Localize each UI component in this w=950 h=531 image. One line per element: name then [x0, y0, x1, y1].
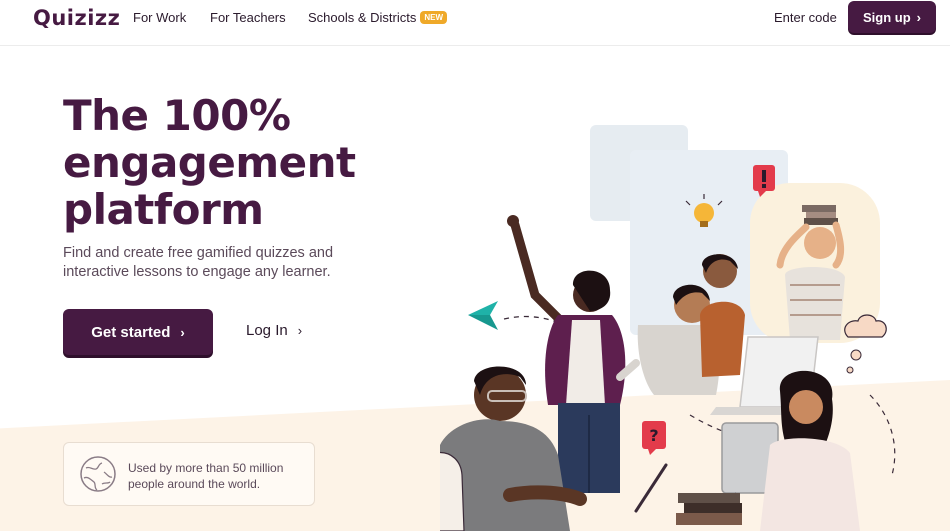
log-in-label: Log In [246, 322, 288, 339]
headline-line-3: platform [63, 185, 264, 234]
sign-up-label: Sign up [862, 9, 911, 25]
headline-line-2: engagement [63, 138, 356, 187]
chevron-right-icon: › [916, 9, 921, 25]
hero-headline: The 100% engagement platform [63, 92, 443, 233]
get-started-label: Get started [91, 323, 171, 341]
chevron-right-icon: › [180, 324, 185, 340]
nav-link-label: Schools & Districts [308, 10, 417, 25]
headline-line-1: The 100% [63, 91, 291, 140]
nav-link-for-work[interactable]: For Work [133, 10, 186, 25]
cloud-doodle-icon [844, 314, 887, 374]
quizizz-logo[interactable]: Quizizz [33, 6, 120, 30]
new-badge: NEW [420, 11, 448, 24]
top-nav: Quizizz For Work For Teachers Schools & … [0, 0, 950, 46]
sign-up-button[interactable]: Sign up › [848, 1, 936, 33]
enter-code-link[interactable]: Enter code [774, 10, 837, 25]
stats-card: Used by more than 50 million people arou… [63, 442, 315, 506]
hero-subtext: Find and create free gamified quizzes an… [63, 245, 334, 280]
hero-illustration: ? [440, 125, 896, 531]
nav-link-schools-districts[interactable]: Schools & Districts NEW [308, 10, 448, 25]
question-bubble-icon: ? [642, 421, 666, 455]
globe-icon [80, 456, 116, 492]
log-in-link[interactable]: Log In › [246, 322, 302, 339]
pencil-icon [634, 463, 668, 513]
nav-link-for-teachers[interactable]: For Teachers [210, 10, 286, 25]
svg-text:?: ? [649, 426, 658, 445]
stats-text: Used by more than 50 million people arou… [128, 461, 284, 491]
book-stack-icon [676, 493, 742, 525]
chevron-right-icon: › [297, 323, 303, 338]
get-started-button[interactable]: Get started › [63, 309, 213, 355]
